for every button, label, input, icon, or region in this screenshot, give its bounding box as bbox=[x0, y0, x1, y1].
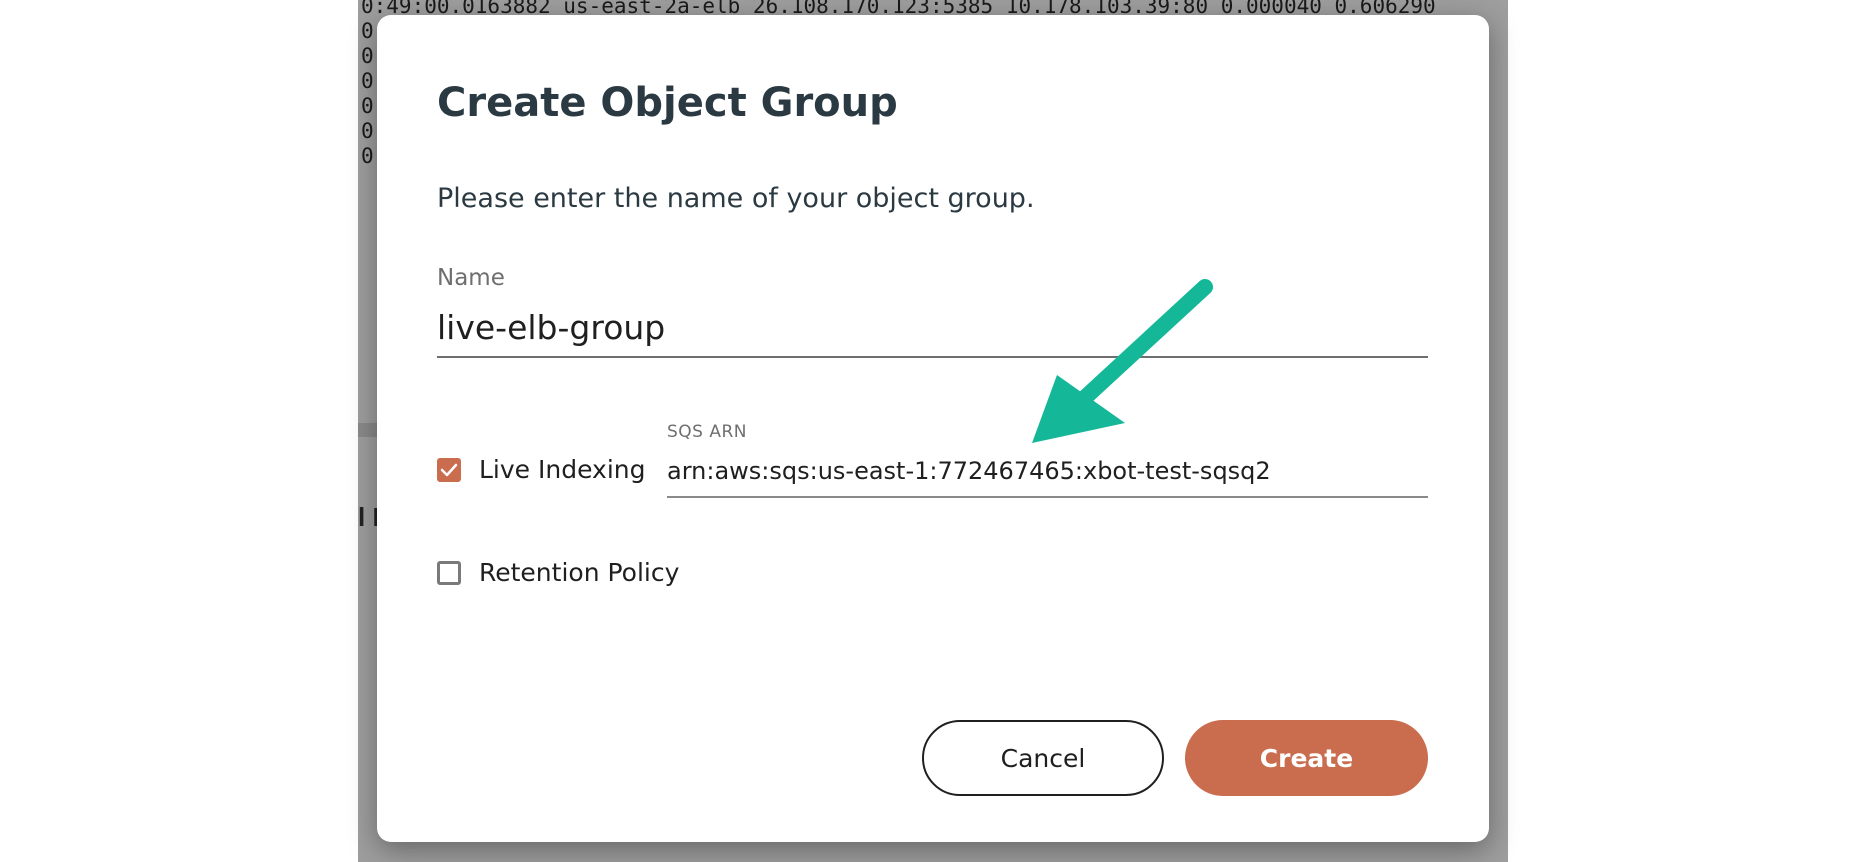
retention-policy-checkbox[interactable] bbox=[437, 560, 461, 585]
create-button[interactable]: Create bbox=[1185, 720, 1428, 796]
live-indexing-label: Live Indexing bbox=[479, 455, 646, 484]
log-line: 0 bbox=[361, 44, 374, 68]
live-indexing-checkbox[interactable] bbox=[437, 457, 461, 482]
name-label: Name bbox=[437, 265, 505, 291]
arrow-pointing-down-left-icon bbox=[1032, 279, 1213, 443]
live-indexing-option[interactable]: Live Indexing bbox=[437, 455, 645, 484]
log-line: 0 bbox=[361, 119, 374, 143]
sqs-arn-label: SQS ARN bbox=[667, 422, 748, 442]
name-input[interactable] bbox=[437, 298, 1428, 358]
checkmark-icon bbox=[440, 463, 458, 476]
log-line: 0 bbox=[361, 144, 374, 168]
retention-policy-label: Retention Policy bbox=[479, 558, 680, 587]
retention-policy-option[interactable]: Retention Policy bbox=[437, 558, 679, 587]
cancel-button[interactable]: Cancel bbox=[922, 720, 1164, 796]
dialog-description: Please enter the name of your object gro… bbox=[437, 183, 1035, 214]
log-line: 0 bbox=[361, 69, 374, 93]
log-line: 0 bbox=[361, 19, 374, 43]
log-line: 0 bbox=[361, 94, 374, 118]
create-object-group-dialog: Create Object Group Please enter the nam… bbox=[377, 15, 1489, 842]
dialog-title: Create Object Group bbox=[437, 80, 898, 126]
